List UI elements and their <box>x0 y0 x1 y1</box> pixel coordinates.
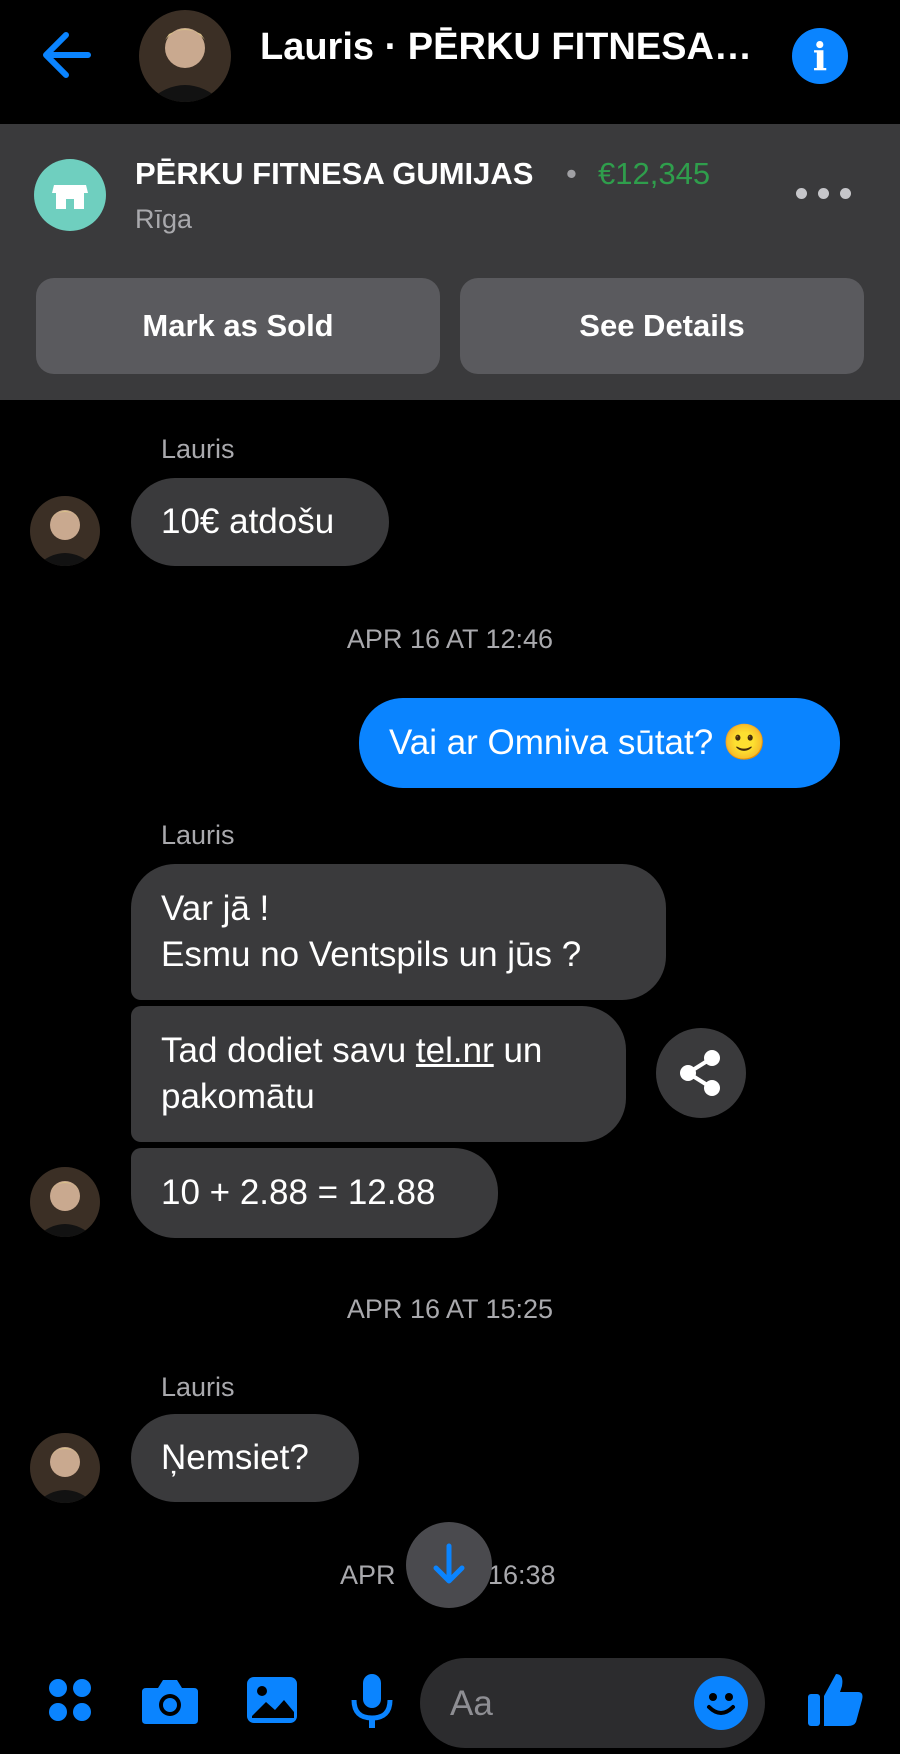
sender-name: Lauris <box>161 434 235 464</box>
chat-title[interactable]: Lauris · PĒRKU FITNESA… <box>260 26 752 69</box>
message-line: pakomātu <box>161 1077 315 1116</box>
message-line: Tad dodiet savu tel.nr un <box>161 1031 543 1070</box>
emoji-button[interactable] <box>694 1676 748 1730</box>
sender-avatar[interactable] <box>30 1167 100 1237</box>
message-line: Var jā ! <box>161 889 270 928</box>
message-bubble-incoming[interactable]: Tad dodiet savu tel.nr un pakomātu <box>131 1006 626 1142</box>
timestamp-partial-right: 16:38 <box>488 1560 556 1590</box>
message-bubble-incoming[interactable]: Var jā ! Esmu no Ventspils un jūs ? <box>131 864 666 1000</box>
info-icon: i <box>812 34 828 79</box>
scroll-to-bottom-button[interactable] <box>406 1522 492 1608</box>
listing-separator: • <box>566 156 577 191</box>
message-input-placeholder: Aa <box>450 1684 493 1723</box>
timestamp: APR 16 AT 12:46 <box>346 624 554 654</box>
timestamp: APR 16 AT 15:25 <box>346 1294 554 1324</box>
image-icon <box>247 1677 297 1723</box>
camera-button[interactable] <box>140 1672 198 1728</box>
thumbs-up-icon <box>808 1674 863 1726</box>
timestamp-partial-left: APR <box>340 1560 396 1590</box>
sender-name: Lauris <box>161 1372 235 1402</box>
see-details-button[interactable]: See Details <box>460 278 864 374</box>
gallery-button[interactable] <box>244 1672 300 1728</box>
info-button[interactable]: i <box>792 28 848 84</box>
microphone-button[interactable] <box>344 1672 400 1728</box>
mark-as-sold-button[interactable]: Mark as Sold <box>36 278 440 374</box>
more-options-button[interactable] <box>796 176 852 210</box>
camera-icon <box>142 1680 198 1724</box>
listing-title[interactable]: PĒRKU FITNESA GUMIJAS <box>135 156 533 192</box>
shop-icon <box>34 159 106 231</box>
like-button[interactable] <box>806 1668 866 1730</box>
phone-link[interactable]: tel.nr <box>416 1031 494 1070</box>
arrow-left-icon <box>43 32 91 78</box>
emoji-icon <box>707 1693 735 1715</box>
sender-name: Lauris <box>161 820 235 850</box>
contact-avatar[interactable] <box>139 10 231 102</box>
sender-avatar[interactable] <box>30 1433 100 1503</box>
share-button[interactable] <box>656 1028 746 1118</box>
back-button[interactable] <box>36 22 102 88</box>
message-line: Esmu no Ventspils un jūs ? <box>161 935 582 974</box>
share-icon <box>680 1050 720 1096</box>
sender-avatar[interactable] <box>30 496 100 566</box>
apps-icon <box>49 1679 91 1721</box>
message-bubble-outgoing[interactable]: Vai ar Omniva sūtat? 🙂 <box>359 698 840 788</box>
listing-location: Rīga <box>135 204 193 234</box>
message-bubble-incoming[interactable]: Ņemsiet? <box>131 1414 359 1502</box>
microphone-icon <box>351 1674 393 1728</box>
message-bubble-incoming[interactable]: 10 + 2.88 = 12.88 <box>131 1148 498 1238</box>
apps-button[interactable] <box>42 1672 98 1728</box>
arrow-down-icon <box>433 1543 465 1584</box>
message-bubble-incoming[interactable]: 10€ atdošu <box>131 478 389 566</box>
listing-price: €12,345 <box>598 156 711 191</box>
